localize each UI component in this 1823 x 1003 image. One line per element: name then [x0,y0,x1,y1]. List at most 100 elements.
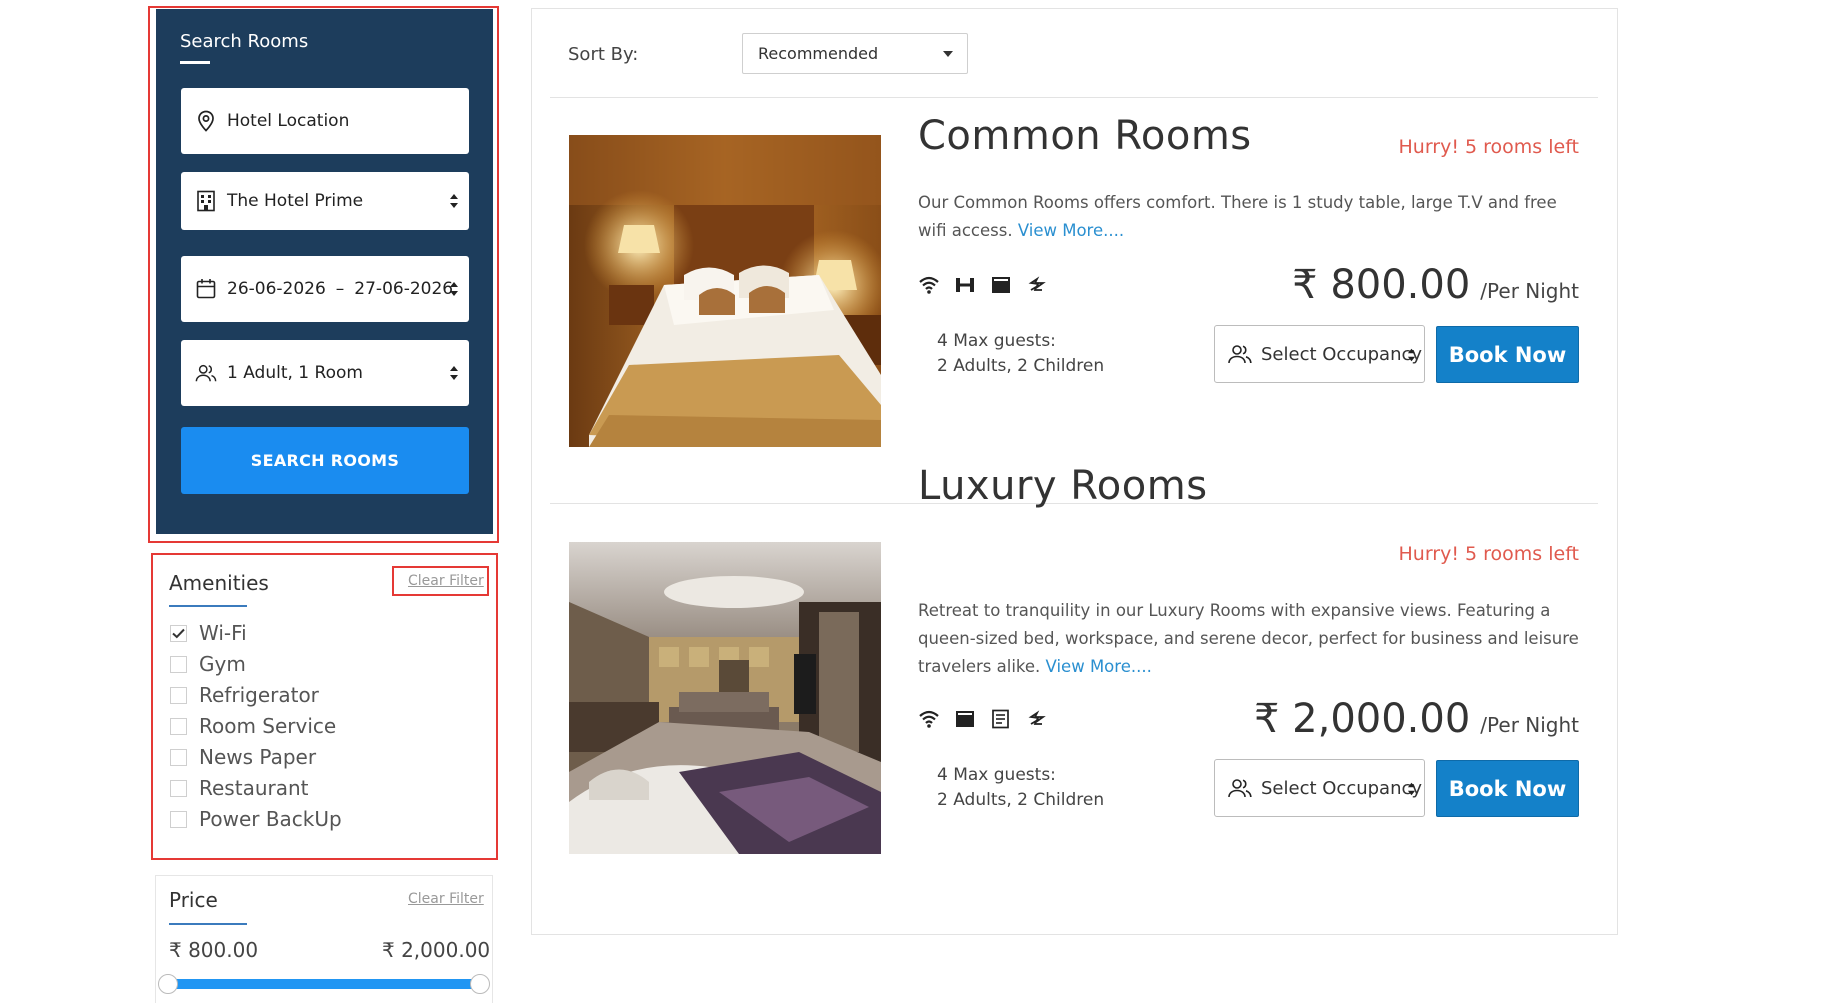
price-max-value: ₹ 2,000.00 [382,938,491,962]
power-icon [1026,274,1048,296]
room-price: ₹ 800.00 /Per Night [1292,262,1579,308]
view-more-link[interactable]: View More.... [1046,657,1152,676]
checkbox-checked[interactable] [170,624,187,642]
sort-select[interactable]: Recommended [742,33,968,74]
users-icon [1227,777,1253,799]
price-slider-min-handle[interactable] [158,974,178,994]
caret-down-icon [943,51,953,57]
amenity-label: Power BackUp [199,807,342,831]
updown-arrows-icon [449,365,459,381]
check-out-date: 27-06-2026 [354,279,454,299]
users-icon [195,362,217,384]
room-name-common: Common Rooms [918,113,1252,159]
search-rooms-button[interactable]: SEARCH ROOMS [181,427,469,494]
wifi-icon [918,274,940,296]
hotel-select-value: The Hotel Prime [227,191,364,211]
amenity-filter-item[interactable]: Gym [170,652,246,676]
price-min-value: ₹ 800.00 [169,938,259,962]
date-separator: – [335,279,345,299]
checkbox[interactable] [170,686,187,704]
occupancy-value: 1 Adult, 1 Room [227,363,363,383]
newspaper-icon [990,708,1012,730]
room-amenity-icons [918,708,1048,730]
room-description: Retreat to tranquility in our Luxury Roo… [918,597,1580,681]
select-occupancy-label: Select Occupancy [1261,343,1423,365]
hotel-select[interactable]: The Hotel Prime [181,172,469,230]
price-title-underline [169,923,247,925]
amenity-filter-item[interactable]: Refrigerator [170,683,319,707]
calendar-icon [195,278,217,300]
checkbox[interactable] [170,779,187,797]
amenity-filter-item[interactable]: Wi-Fi [170,621,247,645]
wifi-icon [918,708,940,730]
availability-badge: Hurry! 5 rooms left [1398,136,1579,158]
luxury-room-image [569,542,881,854]
check-in-date: 26-06-2026 [227,279,326,299]
updown-arrows-icon [449,281,459,297]
view-more-link[interactable]: View More.... [1018,221,1124,240]
price-title: Price [169,888,218,912]
max-guests: 4 Max guests: [937,331,1056,351]
checkbox[interactable] [170,655,187,673]
room-description-text: Our Common Rooms offers comfort. There i… [918,193,1557,240]
max-guests: 4 Max guests: [937,765,1056,785]
amenity-label: Refrigerator [199,683,319,707]
amenity-label: Room Service [199,714,337,738]
price-unit: /Per Night [1480,713,1579,737]
select-occupancy-label: Select Occupancy [1261,777,1423,799]
amenity-filter-item[interactable]: News Paper [170,745,316,769]
room-amenity-icons [918,274,1048,296]
gym-icon [954,274,976,296]
availability-badge: Hurry! 5 rooms left [1398,543,1579,565]
amenities-clear-filter-link[interactable]: Clear Filter [408,573,484,589]
updown-arrows-icon [449,193,459,209]
select-occupancy-dropdown[interactable]: Select Occupancy [1214,759,1425,817]
price-clear-filter-link[interactable]: Clear Filter [408,891,484,907]
price-slider-max-handle[interactable] [470,974,490,994]
sort-select-value: Recommended [758,44,879,63]
refrigerator-icon [990,274,1012,296]
occupancy-select[interactable]: 1 Adult, 1 Room [181,340,469,406]
amenities-title: Amenities [169,571,269,595]
guest-breakdown: 2 Adults, 2 Children [937,356,1105,376]
select-occupancy-dropdown[interactable]: Select Occupancy [1214,325,1425,383]
amenities-title-underline [169,605,247,607]
hotel-location-input[interactable]: Hotel Location [181,88,469,154]
room-name-luxury: Luxury Rooms [918,463,1208,509]
common-room-image [569,135,881,447]
search-rooms-panel: Search Rooms Hotel Location The Hotel Pr… [156,9,493,534]
room-guests-info: 4 Max guests: 2 Adults, 2 Children [937,763,1104,813]
check-icon [172,628,185,638]
guest-breakdown: 2 Adults, 2 Children [937,790,1105,810]
room-price-amount: ₹ 800.00 [1292,262,1471,308]
hotel-location-placeholder: Hotel Location [227,111,350,131]
title-underline [180,61,210,64]
amenity-label: News Paper [199,745,317,769]
refrigerator-icon [954,708,976,730]
room-price: ₹ 2,000.00 /Per Night [1254,696,1579,742]
amenity-label: Wi-Fi [199,621,247,645]
book-now-button[interactable]: Book Now [1436,760,1579,817]
amenity-filter-item[interactable]: Room Service [170,714,336,738]
room-price-amount: ₹ 2,000.00 [1254,696,1471,742]
price-unit: /Per Night [1480,279,1579,303]
amenity-label: Restaurant [199,776,309,800]
checkbox[interactable] [170,810,187,828]
checkbox[interactable] [170,748,187,766]
building-icon [195,190,217,212]
search-rooms-title: Search Rooms [180,31,309,52]
price-slider-track[interactable] [168,979,480,989]
divider [550,97,1598,98]
sort-by-label: Sort By: [568,44,639,65]
updown-arrows-icon [1407,347,1416,362]
users-icon [1227,343,1253,365]
amenity-filter-item[interactable]: Restaurant [170,776,309,800]
checkbox[interactable] [170,717,187,735]
date-range-input[interactable]: 26-06-2026 – 27-06-2026 [181,256,469,322]
book-now-button[interactable]: Book Now [1436,326,1579,383]
room-guests-info: 4 Max guests: 2 Adults, 2 Children [937,329,1104,379]
amenity-filter-item[interactable]: Power BackUp [170,807,342,831]
location-pin-icon [195,110,217,132]
power-icon [1026,708,1048,730]
amenity-label: Gym [199,652,246,676]
